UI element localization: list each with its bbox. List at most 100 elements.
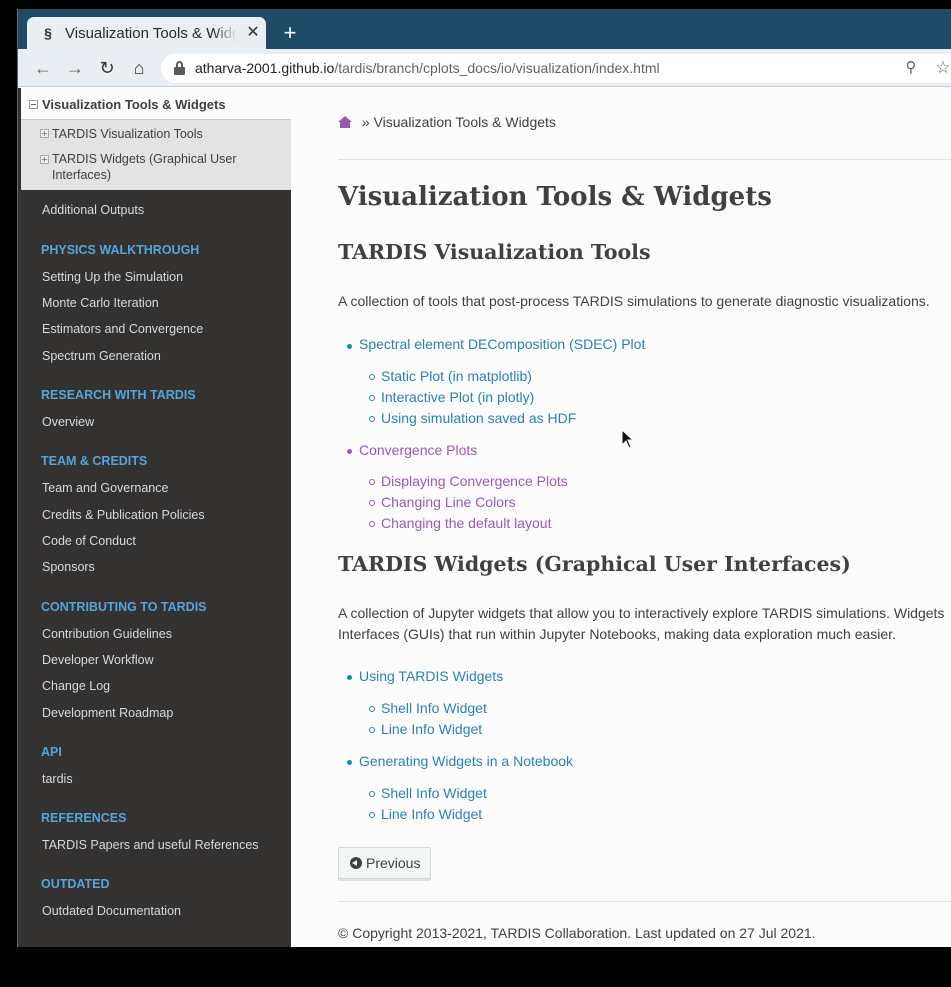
sidebar-item-label: TARDIS Widgets (Graphical User Interface… [52,152,237,182]
mouse-cursor-icon [621,429,635,449]
sidebar-item[interactable]: Change Log [42,679,110,693]
sub-bullet [369,395,375,401]
toc-link[interactable]: Spectral element DEComposition (SDEC) Pl… [359,336,645,352]
toc-link[interactable]: Convergence Plots [359,442,477,458]
new-tab-icon[interactable]: + [280,22,300,44]
footer-copyright: © Copyright 2013-2021, TARDIS Collaborat… [338,925,816,941]
sidebar-caption: API [41,745,62,759]
toc-link[interactable]: Using TARDIS Widgets [359,668,503,684]
sidebar-item[interactable]: Development Roadmap [42,706,173,720]
sidebar-item-label: Visualization Tools & Widgets [42,97,226,112]
sub-bullet [369,727,375,733]
url-text[interactable]: atharva-2001.github.io/tardis/branch/cpl… [195,59,660,78]
sidebar-item[interactable]: Credits & Publication Policies [42,508,205,522]
sub-bullet [369,416,375,422]
page-title: Visualization Tools & Widgets [338,182,772,212]
forward-arrow-icon[interactable]: → [64,57,86,79]
toc-sublink[interactable]: Line Info Widget [381,721,482,737]
reload-icon[interactable]: ↻ [96,57,118,79]
back-arrow-icon[interactable]: ← [32,57,54,79]
tardis-favicon-icon: § [44,25,52,41]
toc-sublink[interactable]: Changing the default layout [381,515,551,531]
sidebar-item[interactable]: Contribution Guidelines [42,627,172,641]
toc-link[interactable]: Generating Widgets in a Notebook [359,753,573,769]
sidebar-caption: RESEARCH WITH TARDIS [41,388,196,402]
sub-bullet [369,500,375,506]
bullet [347,675,352,680]
sub-bullet [369,374,375,380]
divider [338,159,951,160]
toc-sublink[interactable]: Static Plot (in matplotlib) [381,368,532,384]
sidebar-item[interactable]: Setting Up the Simulation [42,270,183,284]
arrow-circle-left-icon [350,857,362,869]
sidebar-current-section: Visualization Tools & Widgets TARDIS Vis… [21,88,291,190]
sub-bullet [369,706,375,712]
address-bar[interactable]: atharva-2001.github.io/tardis/branch/cpl… [161,54,951,83]
sidebar-caption: CONTRIBUTING TO TARDIS [41,600,207,614]
sub-bullet [369,791,375,797]
sub-bullet [369,479,375,485]
sidebar-item[interactable]: Spectrum Generation [42,349,161,363]
bullet [347,760,352,765]
sidebar-caption: TEAM & CREDITS [41,454,148,468]
expand-icon[interactable] [40,155,49,164]
section-description: A collection of tools that post-process … [338,293,930,309]
section-heading: TARDIS Visualization Tools [338,240,651,264]
browser-toolbar: ← → ↻ ⌂ atharva-2001.github.io/tardis/br… [18,49,951,87]
section-description-line2: Interfaces (GUIs) that run within Jupyte… [338,626,896,642]
sidebar-item[interactable]: Sponsors [42,560,95,574]
sidebar-item-visualization[interactable]: Visualization Tools & Widgets [21,88,291,120]
breadcrumb: » Visualization Tools & Widgets [338,114,556,130]
toc-sublink[interactable]: Displaying Convergence Plots [381,473,568,489]
lock-icon[interactable] [174,61,185,75]
sidebar-item-label: TARDIS Visualization Tools [52,127,203,141]
sidebar-item[interactable]: Code of Conduct [42,534,136,548]
section-description-line1: A collection of Jupyter widgets that all… [338,605,945,621]
sub-bullet [369,521,375,527]
close-tab-icon[interactable]: ✕ [243,23,263,43]
tab-bar: § Visualization Tools & Widgets ✕ + [18,9,951,49]
breadcrumb-current: Visualization Tools & Widgets [373,114,556,130]
sidebar-item[interactable]: Overview [42,415,94,429]
toc-sublink[interactable]: Using simulation saved as HDF [381,410,576,426]
sidebar-item[interactable]: Team and Governance [42,481,168,495]
breadcrumb-separator: » [361,114,370,130]
toc-sublink[interactable]: Line Info Widget [381,806,482,822]
toc-sublink[interactable]: Interactive Plot (in plotly) [381,389,534,405]
sidebar-item[interactable]: TARDIS Papers and useful References [42,838,259,852]
toc-sublink[interactable]: Shell Info Widget [381,700,487,716]
sidebar-caption: OUTDATED [41,877,110,891]
main-content: » Visualization Tools & Widgets Visualiz… [291,88,951,947]
browser-tab[interactable]: § Visualization Tools & Widgets ✕ [27,17,266,49]
toc-sublink[interactable]: Changing Line Colors [381,494,516,510]
sidebar-item-additional-outputs[interactable]: Additional Outputs [42,203,144,217]
sidebar-item[interactable]: tardis [42,772,73,786]
sidebar-caption: REFERENCES [41,811,127,825]
sub-bullet [369,812,375,818]
previous-button-label: Previous [366,855,421,871]
bullet [347,344,352,349]
tab-title: Visualization Tools & Widgets [65,25,237,43]
sidebar-item[interactable]: Outdated Documentation [42,904,181,918]
browser-window: § Visualization Tools & Widgets ✕ + ← → … [17,9,951,947]
divider [338,901,951,902]
url-host: atharva-2001.github.io [195,60,335,76]
sidebar-item[interactable]: Monte Carlo Iteration [42,296,159,310]
toc-sublink[interactable]: Shell Info Widget [381,785,487,801]
url-path: /tardis/branch/cplots_docs/io/visualizat… [334,60,660,76]
section-heading: TARDIS Widgets (Graphical User Interface… [338,552,851,576]
previous-button[interactable]: Previous [338,847,431,879]
collapse-icon[interactable] [29,100,38,109]
sidebar-item[interactable]: Developer Workflow [42,653,154,667]
home-icon[interactable] [338,116,352,128]
bullet [347,449,352,454]
sidebar-item-visualization-tools[interactable]: TARDIS Visualization Tools [21,120,291,146]
zoom-icon[interactable]: ⚲ [902,59,920,77]
sidebar-nav: Visualization Tools & Widgets TARDIS Vis… [18,88,291,947]
sidebar-caption: PHYSICS WALKTHROUGH [41,243,200,257]
sidebar-item-widgets[interactable]: TARDIS Widgets (Graphical User Interface… [21,146,291,190]
expand-icon[interactable] [40,129,49,138]
home-icon[interactable]: ⌂ [128,57,150,79]
bookmark-star-icon[interactable]: ☆ [933,58,951,78]
sidebar-item[interactable]: Estimators and Convergence [42,322,203,336]
